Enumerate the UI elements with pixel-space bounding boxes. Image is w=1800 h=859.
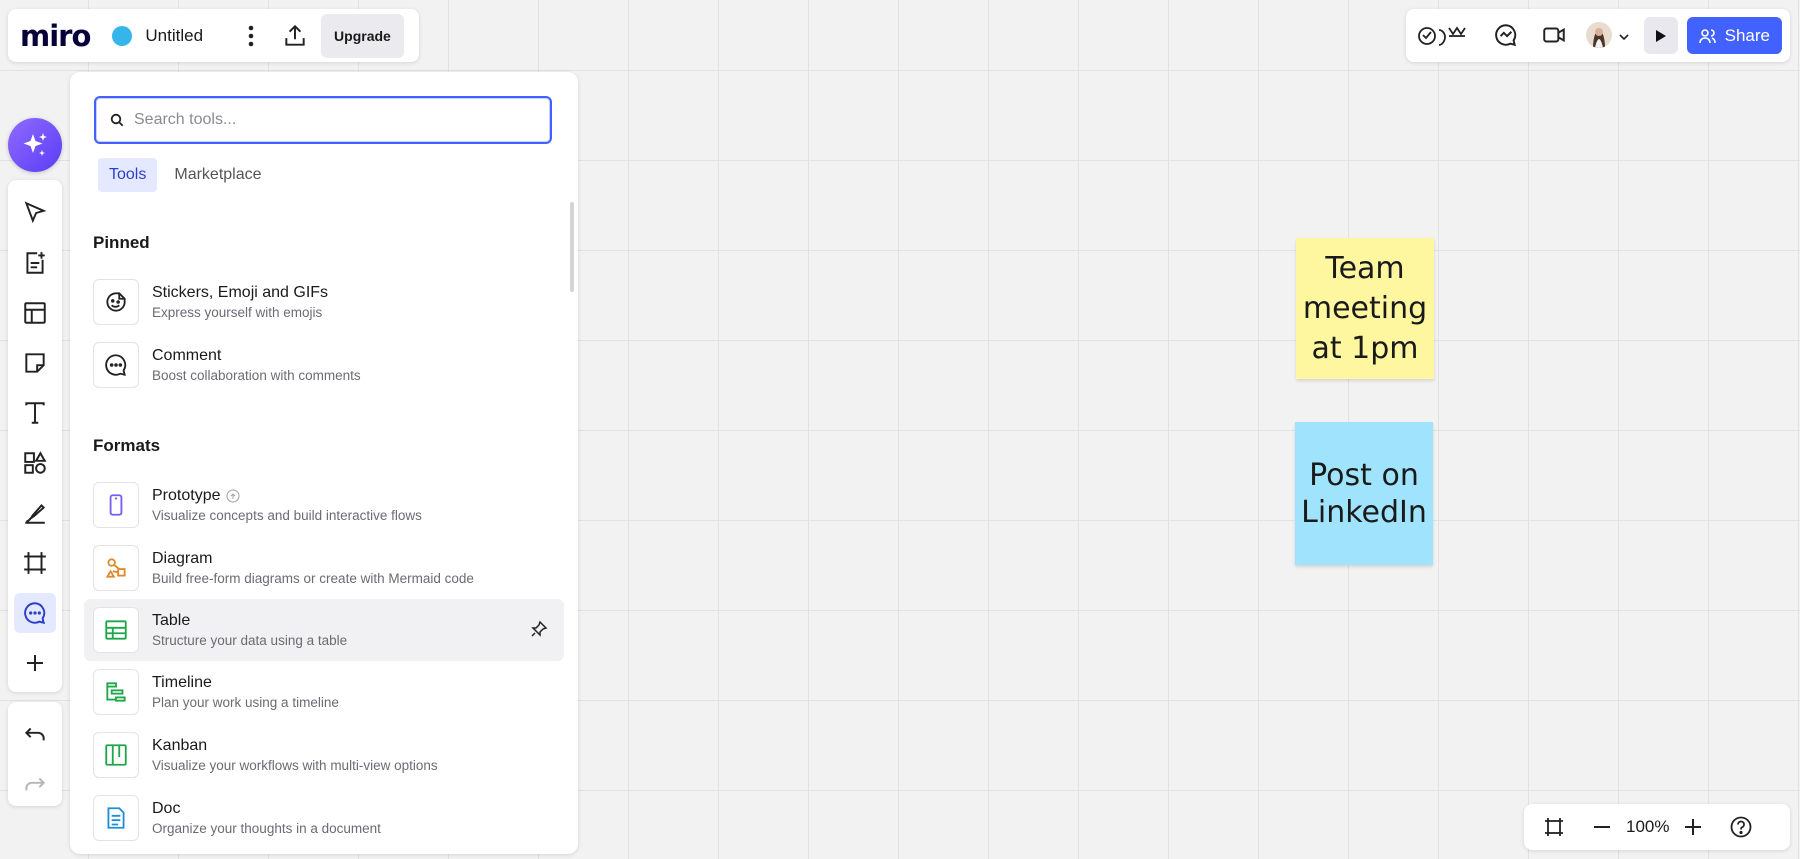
plus-icon (27, 655, 43, 671)
miro-logo[interactable]: miro (20, 19, 91, 53)
pen-tool[interactable] (8, 488, 62, 538)
list-item[interactable]: Stickers, Emoji and GIFs Express yoursel… (84, 272, 564, 332)
item-description: Boost collaboration with comments (152, 368, 361, 383)
item-description: Visualize your workflows with multi-view… (152, 758, 438, 773)
tools-panel: Tools Marketplace Pinned Stickers, Emoji… (70, 72, 578, 854)
zoom-level[interactable]: 100% (1626, 817, 1669, 837)
item-description: Organize your thoughts in a document (152, 821, 381, 836)
item-name: Kanban (152, 737, 208, 754)
item-name: Comment (152, 347, 222, 364)
timeline-icon (93, 669, 139, 715)
board-header: miro Untitled Upgrade (8, 9, 419, 62)
sticky-note[interactable]: Post on LinkedIn (1295, 422, 1433, 565)
help-icon[interactable] (1723, 809, 1759, 845)
play-icon (1656, 29, 1666, 42)
info-icon[interactable] (226, 489, 240, 503)
redo-icon (25, 777, 46, 791)
text-tool[interactable] (8, 388, 62, 438)
chevron-down-icon[interactable] (1618, 29, 1630, 47)
sparkle-icon (23, 133, 47, 156)
search-input[interactable] (134, 111, 534, 129)
list-item[interactable]: Diagram Build free-form diagrams or crea… (84, 538, 564, 598)
board-title[interactable]: Untitled (145, 26, 203, 46)
item-name: Timeline (152, 674, 212, 691)
sticky-note-tool[interactable] (8, 338, 62, 388)
share-button[interactable]: Share (1686, 17, 1782, 54)
item-description: Visualize concepts and build interactive… (152, 508, 422, 523)
sticky-note-icon (25, 353, 45, 373)
comment-tool[interactable] (14, 593, 56, 633)
list-item[interactable]: Prototype Visualize concepts and build i… (84, 475, 564, 535)
tab-marketplace[interactable]: Marketplace (163, 158, 272, 192)
item-name: Table (152, 612, 191, 629)
select-tool[interactable] (8, 188, 62, 238)
item-name: Doc (152, 800, 181, 817)
export-icon[interactable] (277, 18, 313, 54)
reactions-icon[interactable] (1416, 17, 1468, 53)
section-title-formats: Formats (93, 436, 161, 455)
fit-to-screen-icon[interactable] (1536, 809, 1572, 845)
sticker-icon (93, 279, 139, 325)
layout-icon (24, 302, 46, 324)
video-call-icon[interactable] (1536, 17, 1572, 53)
list-item[interactable]: Timeline Plan your work using a timeline (84, 662, 564, 722)
list-item[interactable]: Table Structure your data using a table (84, 599, 564, 661)
zoom-controls: 100% (1524, 804, 1790, 850)
pin-icon[interactable] (530, 620, 548, 643)
comment-icon (93, 342, 139, 388)
zoom-out-icon[interactable] (1584, 809, 1620, 845)
ai-assistant-button[interactable] (8, 118, 62, 172)
item-description: Build free-form diagrams or create with … (152, 571, 474, 586)
layout-tool[interactable] (8, 288, 62, 338)
undo-icon (24, 727, 45, 741)
users-icon (1698, 28, 1716, 43)
redo-button[interactable] (8, 760, 62, 810)
user-avatar[interactable] (1586, 22, 1612, 48)
pen-icon (25, 503, 46, 524)
frame-icon (24, 552, 46, 574)
shapes-icon (24, 451, 47, 474)
item-description: Structure your data using a table (152, 633, 348, 648)
search-box[interactable] (94, 96, 552, 144)
present-button[interactable] (1644, 17, 1678, 54)
cursor-icon (24, 201, 47, 224)
table-icon (93, 607, 139, 653)
more-options-icon[interactable] (233, 18, 269, 54)
list-item[interactable]: Kanban Visualize your workflows with mul… (84, 725, 564, 785)
list-item[interactable]: Doc Organize your thoughts in a document (84, 788, 564, 848)
chat-icon[interactable] (1488, 17, 1524, 53)
doc-icon (93, 795, 139, 841)
undo-button[interactable] (8, 710, 62, 760)
more-tools-button[interactable] (8, 638, 62, 688)
panel-scrollbar[interactable] (570, 202, 574, 292)
templates-tool[interactable] (8, 238, 62, 288)
shapes-tool[interactable] (8, 438, 62, 488)
history-toolbar (8, 702, 62, 806)
tab-tools[interactable]: Tools (98, 158, 158, 192)
item-name: Stickers, Emoji and GIFs (152, 284, 329, 301)
board-icon (112, 25, 133, 46)
collaboration-bar: Share (1406, 9, 1790, 62)
share-label: Share (1724, 25, 1770, 45)
item-name: Diagram (152, 550, 213, 567)
upgrade-button[interactable]: Upgrade (321, 13, 404, 58)
creation-toolbar (8, 180, 62, 692)
note-add-icon (26, 252, 45, 274)
text-icon (25, 402, 45, 424)
list-item[interactable]: Comment Boost collaboration with comment… (84, 335, 564, 395)
diagram-icon (93, 545, 139, 591)
comment-icon (24, 602, 46, 625)
kanban-icon (93, 732, 139, 778)
item-name: Prototype (152, 487, 221, 504)
section-title-pinned: Pinned (93, 233, 150, 252)
item-description: Plan your work using a timeline (152, 695, 339, 710)
zoom-in-icon[interactable] (1675, 809, 1711, 845)
panel-tabs: Tools Marketplace (98, 158, 273, 192)
frame-tool[interactable] (8, 538, 62, 588)
prototype-icon (93, 482, 139, 528)
sticky-note[interactable]: Team meeting at 1pm (1296, 238, 1434, 379)
item-description: Express yourself with emojis (152, 305, 323, 320)
search-icon (110, 113, 124, 127)
